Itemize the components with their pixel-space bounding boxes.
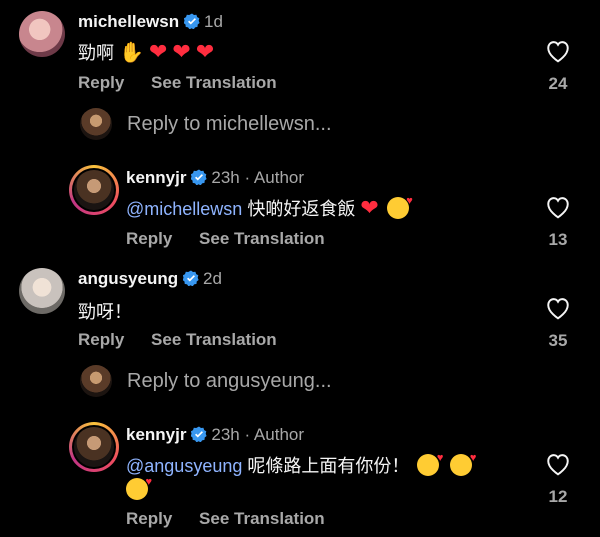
kissing-face-icon — [417, 452, 443, 476]
timestamp: 23h · Author — [211, 425, 305, 444]
comment-header: angusyeung 2d — [78, 269, 222, 289]
kissing-face-icon — [450, 452, 476, 476]
avatar-kennyjr — [74, 170, 114, 210]
comment-header: michellewsn 1d — [78, 12, 223, 32]
see-translation-button[interactable]: See Translation — [151, 330, 277, 349]
like-heart-icon[interactable] — [545, 39, 571, 63]
comment-text: 勁啊 ✋ ❤ ❤ ❤ — [78, 39, 214, 65]
clapping-hands-icon: ✋ — [119, 42, 144, 64]
username[interactable]: michellewsn — [78, 12, 179, 31]
like-heart-icon[interactable] — [545, 296, 571, 320]
username[interactable]: kennyjr — [126, 168, 186, 187]
comment-actions: Reply See Translation — [126, 229, 325, 249]
mention-link[interactable]: @angusyeung — [126, 456, 242, 476]
kissing-face-icon — [126, 476, 152, 500]
like-count: 12 — [548, 487, 568, 506]
avatar-angusyeung[interactable] — [19, 268, 65, 314]
mention-link[interactable]: @michellewsn — [126, 199, 242, 219]
reply-input[interactable]: Reply to angusyeung... — [127, 370, 332, 393]
comment-text-content: 呢條路上面有你份！ — [242, 456, 410, 476]
timestamp: 23h · Author — [211, 168, 305, 187]
verified-badge-icon — [183, 13, 200, 29]
like-count: 24 — [548, 74, 568, 93]
timestamp: 1d — [204, 12, 223, 31]
story-ring[interactable] — [69, 165, 119, 215]
red-heart-icon: ❤ — [195, 39, 215, 64]
username[interactable]: kennyjr — [126, 425, 186, 444]
avatar-kennyjr — [74, 427, 114, 467]
reply-input[interactable]: Reply to michellewsn... — [127, 113, 332, 136]
current-user-avatar — [80, 108, 112, 140]
see-translation-button[interactable]: See Translation — [199, 229, 325, 248]
comment-actions: Reply See Translation — [78, 73, 277, 93]
like-heart-icon[interactable] — [545, 452, 571, 476]
current-user-avatar — [80, 365, 112, 397]
like-count: 35 — [548, 331, 568, 350]
verified-badge-icon — [182, 270, 199, 286]
reply-button[interactable]: Reply — [78, 73, 124, 92]
verified-badge-icon — [190, 169, 207, 185]
comment-header: kennyjr 23h · Author — [126, 168, 304, 188]
see-translation-button[interactable]: See Translation — [151, 73, 277, 92]
red-heart-icon: ❤ — [172, 39, 191, 64]
story-ring[interactable] — [69, 422, 119, 472]
comment-text: 勁呀！ — [78, 298, 132, 324]
red-heart-icon: ❤ — [360, 195, 379, 220]
kissing-face-icon — [386, 195, 413, 219]
comment-actions: Reply See Translation — [126, 509, 325, 529]
comment-text: @angusyeung 呢條路上面有你份！ — [126, 452, 476, 478]
comment-text-wrap — [126, 476, 152, 501]
reply-button[interactable]: Reply — [126, 509, 172, 528]
comment-text: @michellewsn 快啲好返食飯 ❤ — [126, 195, 413, 221]
comment-text-content: 勁呀！ — [78, 302, 132, 322]
like-count: 13 — [548, 230, 568, 249]
red-heart-icon: ❤ — [148, 39, 168, 64]
timestamp: 2d — [203, 269, 222, 288]
comment-text-content: 勁啊 — [78, 43, 114, 63]
comment-header: kennyjr 23h · Author — [126, 425, 304, 445]
like-heart-icon[interactable] — [545, 195, 571, 219]
comment-text-content: 快啲好返食飯 — [242, 199, 356, 219]
avatar-michellewsn[interactable] — [19, 11, 65, 57]
username[interactable]: angusyeung — [78, 269, 178, 288]
see-translation-button[interactable]: See Translation — [199, 509, 325, 528]
reply-button[interactable]: Reply — [126, 229, 172, 248]
reply-button[interactable]: Reply — [78, 330, 124, 349]
verified-badge-icon — [190, 426, 207, 442]
comment-actions: Reply See Translation — [78, 330, 277, 350]
